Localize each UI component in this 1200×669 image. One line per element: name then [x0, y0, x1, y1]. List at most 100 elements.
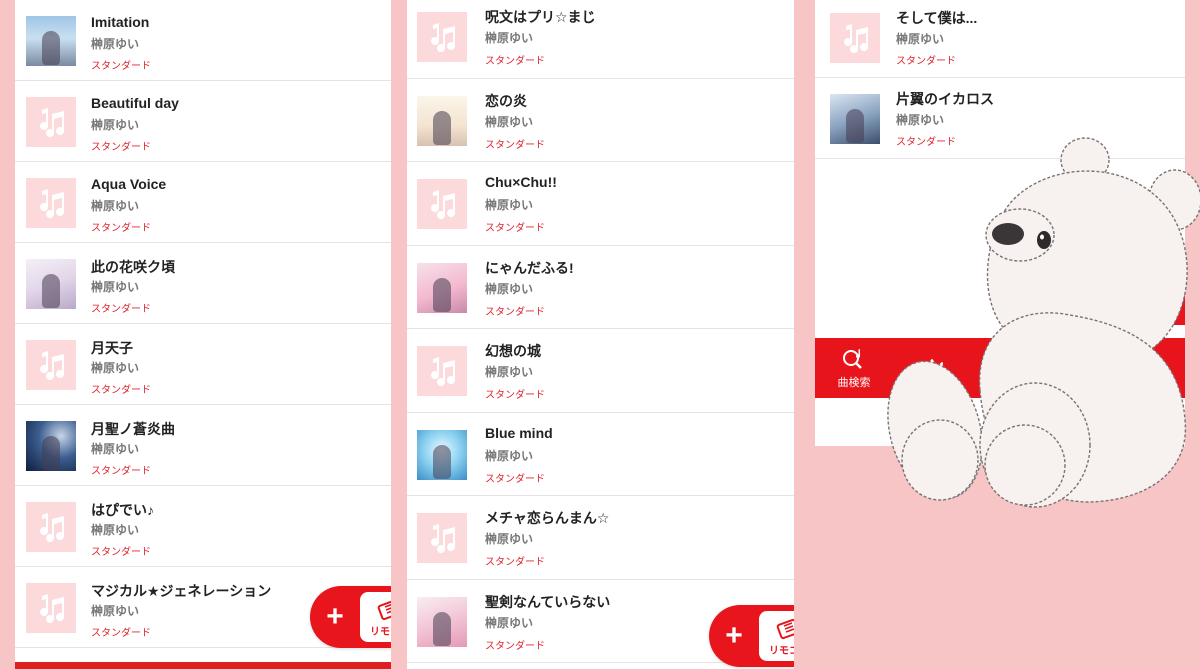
remote-control-label: リモコン — [769, 645, 794, 657]
song-tag: スタンダード — [91, 628, 151, 639]
song-title: メチャ恋らんまん☆ — [485, 510, 610, 526]
remote-control-tab[interactable] — [1155, 250, 1185, 325]
song-list-item[interactable]: そして僕は... 榊原ゆい スタンダード — [815, 0, 1185, 78]
song-tag: スタンダード — [485, 640, 545, 652]
song-list-item[interactable]: Blue mind 榊原ゆい スタンダード — [407, 413, 794, 496]
song-title: はぴでい♪ — [91, 502, 154, 518]
music-note-icon — [830, 13, 880, 63]
song-title: Aqua Voice — [91, 176, 167, 192]
bottom-nav-bar-edge — [15, 662, 391, 669]
song-artist: 榊原ゆい — [91, 442, 140, 456]
song-list: 呪文はプリ☆まじ 榊原ゆい スタンダード 恋の炎 榊原ゆい スタンダード Chu… — [407, 0, 794, 663]
song-artist: 榊原ゆい — [485, 532, 534, 546]
music-note-icon — [26, 178, 76, 228]
album-art-thumbnail — [26, 16, 76, 66]
song-tag: スタンダード — [91, 385, 151, 396]
music-note-icon — [417, 513, 467, 563]
album-art-thumbnail — [417, 596, 467, 647]
song-list-item[interactable]: メチャ恋らんまん☆ 榊原ゆい スタンダード — [407, 496, 794, 580]
song-title: Imitation — [91, 14, 150, 30]
music-note-icon — [26, 502, 76, 552]
album-art-thumbnail — [417, 429, 467, 480]
song-list-item[interactable]: 幻想の城 榊原ゆい スタンダード — [407, 329, 794, 413]
song-artist: 榊原ゆい — [91, 361, 140, 375]
screenshot-collage: Imitation 榊原ゆい スタンダード Beautiful day 榊原ゆい… — [0, 0, 1200, 669]
remote-control-icon — [377, 599, 391, 620]
song-title: 聖剣なんていらない — [485, 593, 611, 610]
song-tag: スタンダード — [485, 306, 545, 318]
song-artist: 榊原ゆい — [896, 113, 945, 127]
song-tag: スタンダード — [485, 139, 545, 151]
remote-control-button[interactable]: リモコン — [759, 611, 794, 661]
song-title: 月天子 — [91, 340, 133, 356]
song-artist: 榊原ゆい — [91, 199, 140, 213]
floating-action-group: + リモコン — [709, 605, 794, 667]
song-list-item[interactable]: Imitation 榊原ゆい スタンダード — [15, 0, 391, 81]
nav-ranking[interactable] — [893, 338, 971, 398]
song-artist: 榊原ゆい — [485, 198, 534, 212]
song-title: Blue mind — [485, 424, 553, 441]
bottom-nav-bar: 曲検索 — [815, 338, 1185, 398]
song-list-item[interactable]: Aqua Voice 榊原ゆい スタンダード — [15, 162, 391, 243]
music-note-icon — [417, 179, 467, 229]
song-list-item[interactable]: 月天子 榊原ゆい スタンダード — [15, 324, 391, 405]
song-tag: スタンダード — [485, 557, 545, 568]
song-artist: 榊原ゆい — [91, 280, 140, 294]
song-artist: 榊原ゆい — [91, 604, 140, 618]
song-artist: 榊原ゆい — [485, 365, 534, 379]
remote-control-button[interactable]: リモコン — [360, 592, 391, 642]
song-tag: スタンダード — [91, 142, 151, 153]
song-artist: 榊原ゆい — [91, 118, 140, 132]
song-tag: スタンダード — [896, 56, 956, 67]
crown-icon — [921, 359, 943, 378]
album-art-thumbnail — [26, 421, 76, 471]
floating-action-group: + リモコン — [310, 586, 391, 648]
song-artist: 榊原ゆい — [485, 615, 534, 630]
album-art-thumbnail — [830, 94, 880, 144]
song-title: 月聖ノ蒼炎曲 — [91, 421, 175, 437]
song-list-item[interactable]: にゃんだふる! 榊原ゆい スタンダード — [407, 246, 794, 329]
song-list-panel-2: 呪文はプリ☆まじ 榊原ゆい スタンダード 恋の炎 榊原ゆい スタンダード Chu… — [407, 0, 794, 669]
song-title: 恋の炎 — [485, 92, 527, 109]
song-tag: スタンダード — [485, 223, 545, 234]
remote-control-label: リモコン — [370, 626, 391, 638]
nav-song-search[interactable]: 曲検索 — [815, 338, 893, 398]
song-tag: スタンダード — [485, 473, 545, 485]
song-title: にゃんだふる! — [485, 259, 574, 276]
song-list-item[interactable]: 月聖ノ蒼炎曲 榊原ゆい スタンダード — [15, 405, 391, 486]
song-tag: スタンダード — [91, 61, 151, 72]
song-title: 呪文はプリ☆まじ — [485, 9, 596, 25]
song-tag: スタンダード — [91, 304, 151, 315]
song-list-item[interactable]: はぴでい♪ 榊原ゆい スタンダード — [15, 486, 391, 567]
song-artist: 榊原ゆい — [485, 281, 534, 296]
song-list-item[interactable]: 恋の炎 榊原ゆい スタンダード — [407, 79, 794, 162]
song-title: 此の花咲ク頃 — [91, 259, 175, 275]
song-list: そして僕は... 榊原ゆい スタンダード 片翼のイカロス 榊原ゆい スタンダード — [815, 0, 1185, 159]
music-note-icon — [26, 340, 76, 390]
album-art-thumbnail — [417, 262, 467, 313]
album-art-thumbnail — [26, 259, 76, 309]
song-artist: 榊原ゆい — [91, 37, 140, 51]
remote-control-icon — [776, 618, 794, 639]
song-list: Imitation 榊原ゆい スタンダード Beautiful day 榊原ゆい… — [15, 0, 391, 648]
song-list-panel-1: Imitation 榊原ゆい スタンダード Beautiful day 榊原ゆい… — [15, 0, 391, 669]
song-tag: スタンダード — [91, 466, 151, 477]
song-artist: 榊原ゆい — [485, 114, 534, 129]
music-note-icon — [417, 346, 467, 396]
add-button[interactable]: + — [709, 605, 759, 667]
song-list-item[interactable]: 呪文はプリ☆まじ 榊原ゆい スタンダード — [407, 0, 794, 79]
song-list-item[interactable]: 此の花咲ク頃 榊原ゆい スタンダード — [15, 243, 391, 324]
song-artist: 榊原ゆい — [896, 32, 945, 46]
song-title: Beautiful day — [91, 95, 179, 111]
song-tag: スタンダード — [896, 137, 956, 148]
song-list-item[interactable]: Chu×Chu!! 榊原ゆい スタンダード — [407, 162, 794, 246]
music-note-icon — [26, 583, 76, 633]
song-title: 片翼のイカロス — [896, 91, 994, 107]
add-button[interactable]: + — [310, 586, 360, 648]
song-list-item[interactable]: Beautiful day 榊原ゆい スタンダード — [15, 81, 391, 162]
album-art-thumbnail — [417, 95, 467, 146]
song-artist: 榊原ゆい — [91, 523, 140, 537]
song-list-item[interactable]: 片翼のイカロス 榊原ゆい スタンダード — [815, 78, 1185, 159]
search-note-icon — [843, 348, 862, 369]
nav-song-search-label: 曲検索 — [837, 376, 871, 389]
